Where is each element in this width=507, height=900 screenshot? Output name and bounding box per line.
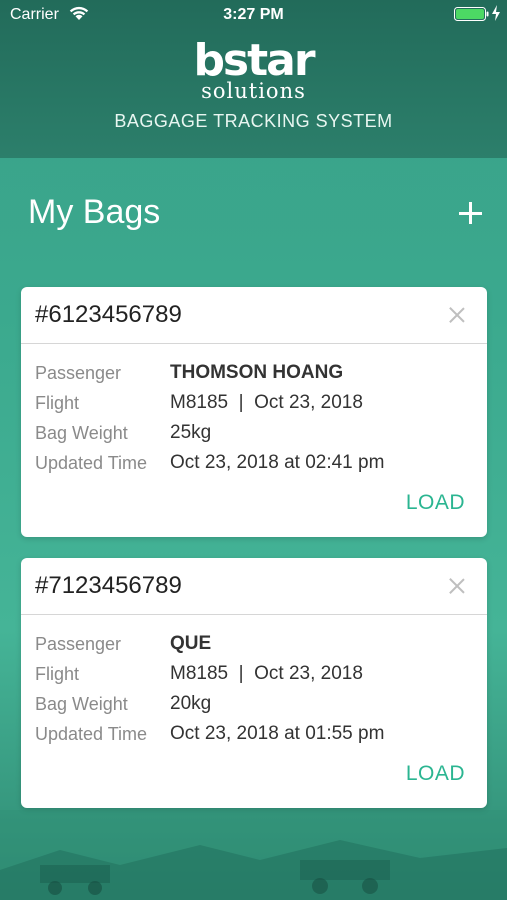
app-subtitle: BAGGAGE TRACKING SYSTEM [114, 111, 393, 131]
bag-details: Passenger QUE Flight M8185 | Oct 23, 201… [35, 630, 475, 750]
logo-subtext: solutions [201, 79, 306, 103]
page-title: My Bags [28, 193, 161, 231]
flight-label: Flight [35, 664, 80, 684]
passenger-value: QUE [170, 633, 212, 654]
flight-row: Flight M8185 | Oct 23, 2018 [35, 389, 475, 419]
logo-wordmark: bstar [193, 35, 315, 86]
flight-value: M8185 | Oct 23, 2018 [170, 392, 363, 413]
updated-row: Updated Time Oct 23, 2018 at 01:55 pm [35, 720, 475, 750]
bag-card: #7123456789 Passenger QUE Flight M8185 |… [21, 558, 487, 808]
updated-value: Oct 23, 2018 at 02:41 pm [170, 452, 385, 473]
battery-icon [454, 7, 489, 21]
weight-value: 20kg [170, 693, 212, 714]
flight-label: Flight [35, 393, 80, 413]
load-button[interactable]: LOAD [406, 762, 465, 786]
close-icon[interactable] [445, 303, 469, 327]
flight-value: M8185 | Oct 23, 2018 [170, 663, 363, 684]
weight-value: 25kg [170, 422, 212, 443]
passenger-row: Passenger QUE [35, 630, 475, 660]
updated-value: Oct 23, 2018 at 01:55 pm [170, 723, 385, 744]
flight-row: Flight M8185 | Oct 23, 2018 [35, 660, 475, 690]
updated-row: Updated Time Oct 23, 2018 at 02:41 pm [35, 449, 475, 479]
bag-card: #6123456789 Passenger THOMSON HOANG Flig… [21, 287, 487, 537]
passenger-row: Passenger THOMSON HOANG [35, 359, 475, 389]
status-bar: Carrier 3:27 PM [0, 0, 507, 30]
bag-id: #6123456789 [35, 301, 182, 328]
charging-bolt-icon [492, 5, 500, 21]
bag-details: Passenger THOMSON HOANG Flight M8185 | O… [35, 359, 475, 479]
updated-label: Updated Time [35, 724, 148, 744]
app-header: Carrier 3:27 PM bstar solutions BAGGAGE … [0, 0, 507, 158]
bstar-logo: bstar solutions [0, 35, 507, 103]
passenger-label: Passenger [35, 363, 122, 383]
close-icon[interactable] [445, 574, 469, 598]
bag-card-header: #7123456789 [21, 558, 487, 615]
updated-label: Updated Time [35, 453, 148, 473]
weight-row: Bag Weight 20kg [35, 690, 475, 720]
load-button[interactable]: LOAD [406, 491, 465, 515]
weight-row: Bag Weight 25kg [35, 419, 475, 449]
passenger-label: Passenger [35, 634, 122, 654]
passenger-value: THOMSON HOANG [170, 362, 344, 383]
clock-time: 3:27 PM [223, 6, 284, 23]
add-bag-button[interactable] [452, 195, 488, 231]
background-airport-silhouette [0, 810, 507, 900]
weight-label: Bag Weight [35, 423, 128, 443]
bag-card-header: #6123456789 [21, 287, 487, 344]
weight-label: Bag Weight [35, 694, 128, 714]
bag-id: #7123456789 [35, 572, 182, 599]
